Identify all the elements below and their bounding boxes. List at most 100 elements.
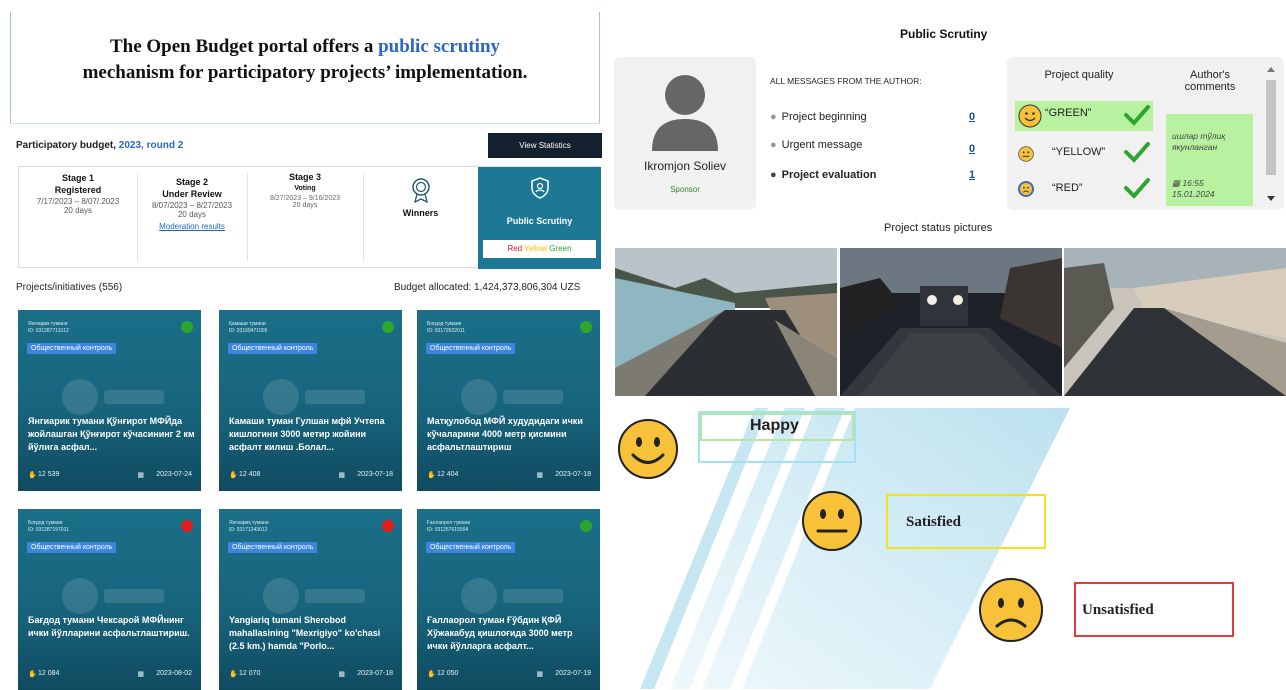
view-statistics-button[interactable]: View Statistics [488, 133, 602, 158]
project-photo-2[interactable] [840, 248, 1062, 396]
project-card[interactable]: Ғаллаорол тумани ID: 031257615004 Общест… [417, 509, 600, 690]
unsatisfied-label-box: Unsatisfied [1074, 582, 1234, 637]
message-item[interactable]: ● Project evaluation [770, 169, 876, 181]
author-profile: Ikromjon Soliev Sponsor [614, 57, 756, 210]
quality-green-row[interactable]: “GREEN” [1015, 101, 1153, 131]
card-tag: Общественный контроль [426, 343, 516, 354]
project-card[interactable]: Қамаши тумани ID: 03169471005 Общественн… [219, 310, 402, 491]
card-footer: ✋ 12 404 2023-07-18 ▦ [427, 471, 591, 481]
author-name: Ikromjon Soliev [643, 159, 727, 173]
shield-icon [530, 177, 549, 199]
comments-header: Author's comments [1184, 69, 1236, 93]
card-date: 2023-07-19 [555, 670, 591, 677]
card-tag: Общественный контроль [426, 542, 516, 553]
card-id: ID: 031287197011 [28, 527, 69, 533]
card-footer: ✋ 12 084 2023-08-02 ▦ [28, 670, 192, 680]
quality-red-row[interactable]: “RED” [1015, 174, 1153, 204]
legend-green: Green [549, 244, 572, 253]
card-meta: Янгиариқ тумани ID: 03171243012 [229, 520, 268, 534]
message-count-link[interactable]: 0 [969, 143, 975, 155]
card-title: Бағдод тумани Чексарой МФЙнинг ички йўлл… [28, 615, 190, 638]
calendar-icon: ▦ [536, 472, 543, 479]
message-item[interactable]: ● Project beginning [770, 111, 867, 123]
status-dot [382, 520, 394, 532]
card-title: Ғаллаорол туман Ғўбдин ҚФЙ Хўжакабуд қиш… [427, 615, 573, 651]
author-comment: ишлар тўлиқ якунланган ▦ 16:55 15.01.202… [1166, 114, 1253, 206]
status-dot [181, 321, 193, 333]
project-card[interactable]: Боғдод тумани ID: 03172622011 Общественн… [417, 310, 600, 491]
stage-dates: 7/17/2023 – 8/07/.2023 [36, 197, 120, 206]
bullet-icon: ● [770, 139, 777, 151]
status-dot [181, 520, 193, 532]
card-title: Матқулобод МФЙ худудидаги ички кўчаларин… [427, 416, 583, 452]
projects-count: Projects/initiatives (556) [16, 282, 123, 293]
message-count-link[interactable]: 1 [969, 169, 975, 181]
messages-header: ALL MESSAGES FROM THE AUTHOR: [770, 76, 922, 86]
stage-dates: 8/07/2023 – 8/27/2023 [151, 201, 233, 210]
intro-banner: The Open Budget portal offers a public s… [10, 12, 600, 124]
public-scrutiny-label: Public Scrutiny [506, 216, 573, 226]
legend-yellow: Yellow [524, 244, 548, 253]
project-photo-3[interactable] [1064, 248, 1286, 396]
message-label: Urgent message [781, 139, 863, 151]
likes-count: 12 084 [38, 670, 60, 677]
stage-name: Voting [294, 185, 316, 192]
calendar-icon: ▦ [536, 671, 543, 678]
card-footer: ✋ 12 050 2023-07-19 ▦ [427, 670, 591, 680]
comments-scrollbar[interactable] [1263, 62, 1279, 205]
project-photo-1[interactable] [615, 248, 837, 396]
card-district: Қамаши тумани [229, 321, 266, 327]
user-avatar-icon [652, 75, 718, 151]
quality-yellow-row[interactable]: “YELLOW” [1015, 138, 1153, 168]
happy-label: Happy [750, 417, 799, 434]
public-scrutiny-tab[interactable]: Public Scrutiny Red Yellow Green [478, 167, 601, 269]
card-meta: Боғдод тумани ID: 031287197011 [28, 520, 69, 534]
author-role: Sponsor [670, 185, 700, 194]
stage-days: 20 days [292, 202, 318, 209]
like-icon: ✋ [229, 671, 238, 678]
check-icon [1124, 142, 1150, 163]
banner-line2: mechanism for participatory projects’ im… [82, 62, 528, 83]
stage-number: Stage 1 [61, 173, 94, 183]
project-card[interactable]: Янгиарик тумани ID: 031287711012 Обществ… [18, 310, 201, 491]
project-card[interactable]: Боғдод тумани ID: 031287197011 Обществен… [18, 509, 201, 690]
quality-label: “RED” [1052, 182, 1083, 194]
quality-label: “GREEN” [1045, 107, 1092, 119]
moderation-results-link[interactable]: Moderation results [137, 222, 247, 231]
card-district: Ғаллаорол тумани [427, 520, 471, 526]
card-date: 2023-08-02 [156, 670, 192, 677]
happy-face-icon [618, 419, 678, 479]
quality-panel: Project quality Author's comments “GREEN… [1007, 57, 1284, 210]
check-icon [1124, 105, 1150, 126]
stage-3[interactable]: Stage 3 Voting 8/27/2023 – 9/16/2023 20 … [247, 167, 363, 267]
neutral-face-icon [1018, 146, 1034, 162]
card-district: Боғдод тумани [28, 520, 63, 526]
likes-count: 12 408 [239, 471, 261, 478]
message-item[interactable]: ● Urgent message [770, 139, 862, 151]
like-icon: ✋ [427, 671, 436, 678]
stage-dates: 8/27/2023 – 9/16/2023 [269, 195, 341, 202]
road-photo-image [840, 248, 1062, 396]
likes-count: 12 050 [437, 670, 459, 677]
stage-days: 20 days [63, 206, 93, 215]
comment-meta: ▦ 16:55 15.01.2024 [1172, 178, 1215, 200]
winners-tab[interactable]: Winners [363, 167, 478, 267]
banner-highlight: public scrutiny [378, 36, 501, 57]
card-date: 2023-07-24 [156, 471, 192, 478]
card-title: Янгиарик тумани Қўнғирот МФЙда жойлашган… [28, 416, 195, 452]
stage-1[interactable]: Stage 1 Registered 7/17/2023 – 8/07/.202… [19, 167, 137, 267]
card-district: Янгиариқ тумани [229, 520, 269, 526]
medal-icon [411, 178, 430, 204]
stage-2[interactable]: Stage 2 Under Review 8/07/2023 – 8/27/20… [137, 167, 247, 267]
pb-title-prefix: Participatory budget, [16, 140, 119, 151]
stages-bar: Stage 1 Registered 7/17/2023 – 8/07/.202… [18, 166, 601, 269]
message-count-link[interactable]: 0 [969, 111, 975, 123]
pb-year-round[interactable]: 2023, round 2 [119, 140, 183, 151]
bullet-icon: ● [770, 169, 777, 181]
project-card[interactable]: Янгиариқ тумани ID: 03171243012 Обществе… [219, 509, 402, 690]
stage-name: Registered [54, 185, 102, 195]
road-photo-image [1064, 248, 1286, 396]
stage-number: Stage 2 [175, 177, 208, 187]
stage-number: Stage 3 [288, 172, 321, 182]
likes-count: 12 070 [239, 670, 261, 677]
